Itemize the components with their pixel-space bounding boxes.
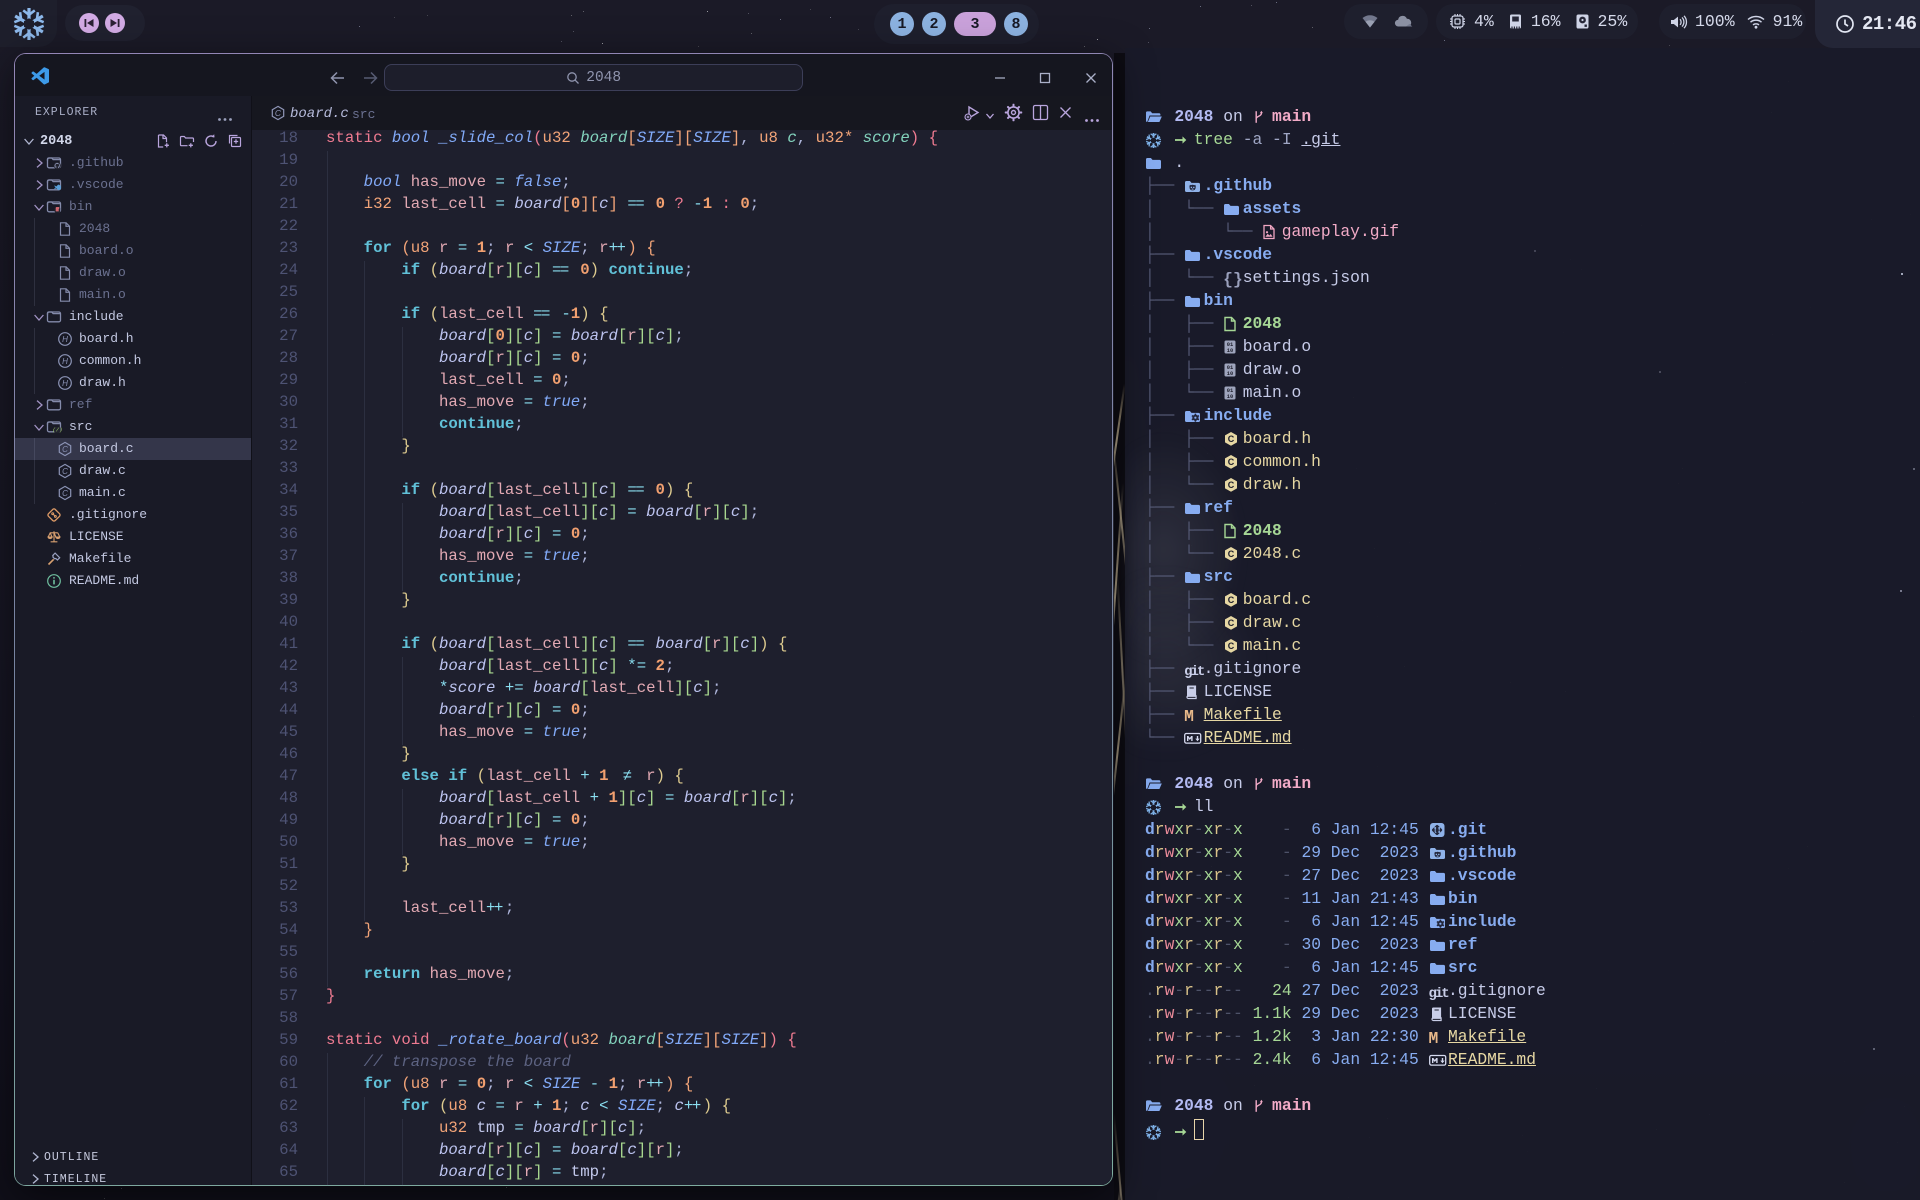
svg-text:C: C	[1228, 618, 1235, 628]
svg-text:10: 10	[1227, 348, 1233, 354]
svg-text:C: C	[1228, 480, 1235, 490]
svg-text:C: C	[1228, 641, 1235, 651]
svg-text:C: C	[1228, 457, 1235, 467]
svg-text:C: C	[1228, 434, 1235, 444]
svg-text:10: 10	[1227, 371, 1233, 377]
svg-text:C: C	[1228, 549, 1235, 559]
svg-text:C: C	[1228, 595, 1235, 605]
svg-text:10: 10	[1227, 394, 1233, 400]
